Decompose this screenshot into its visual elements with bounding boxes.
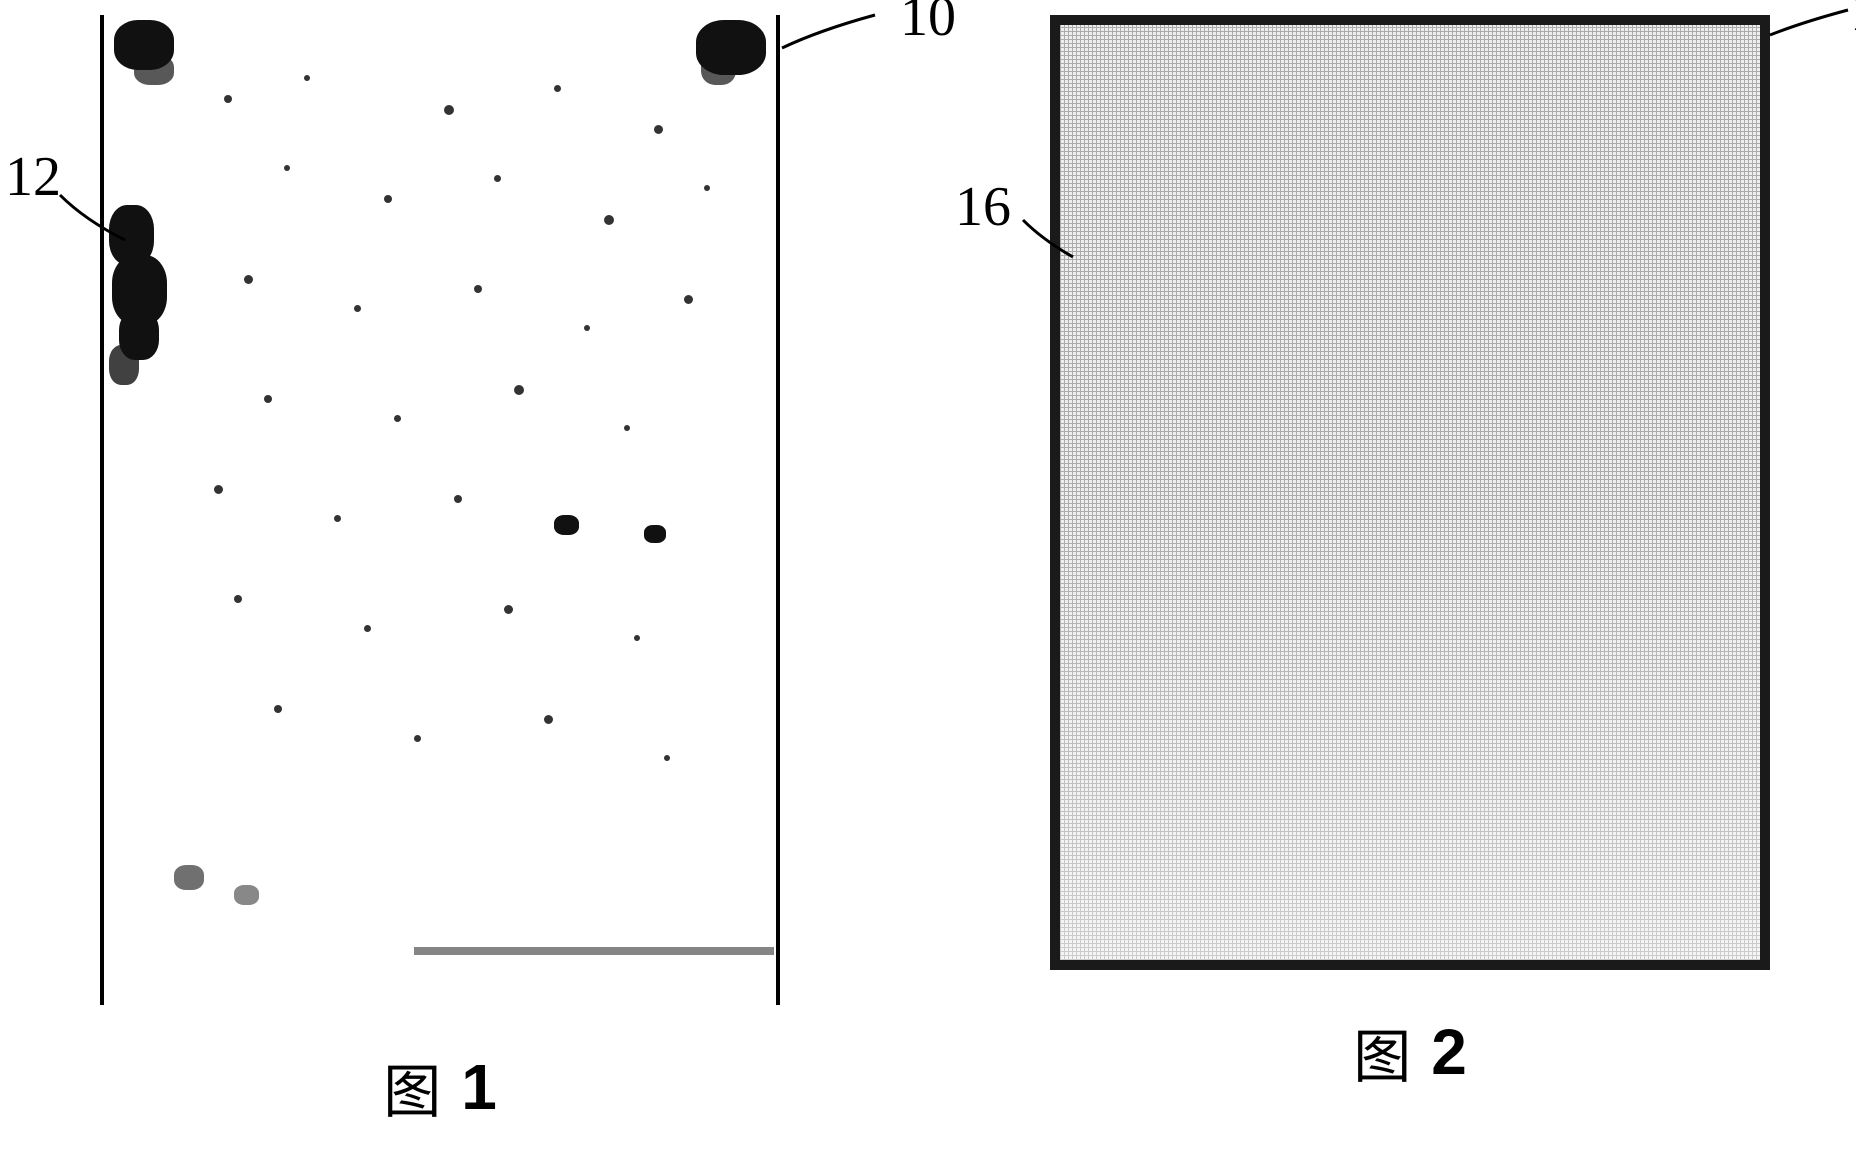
callout-label-10: 10: [900, 0, 956, 49]
figure-1-label: 图 1: [100, 1045, 780, 1129]
figure-1-texture: [104, 15, 776, 1005]
callout-label-14: 14: [1850, 0, 1856, 44]
figure-2-container: 14 16 图 2: [1050, 15, 1770, 1094]
figure-2-label: 图 2: [1050, 1010, 1770, 1094]
callout-label-16: 16: [955, 175, 1011, 239]
figure-1-container: 10 12 图 1: [100, 15, 780, 1129]
figure-1-panel: [100, 15, 780, 1005]
figure-2-panel: [1050, 15, 1770, 970]
callout-label-12: 12: [5, 145, 61, 209]
